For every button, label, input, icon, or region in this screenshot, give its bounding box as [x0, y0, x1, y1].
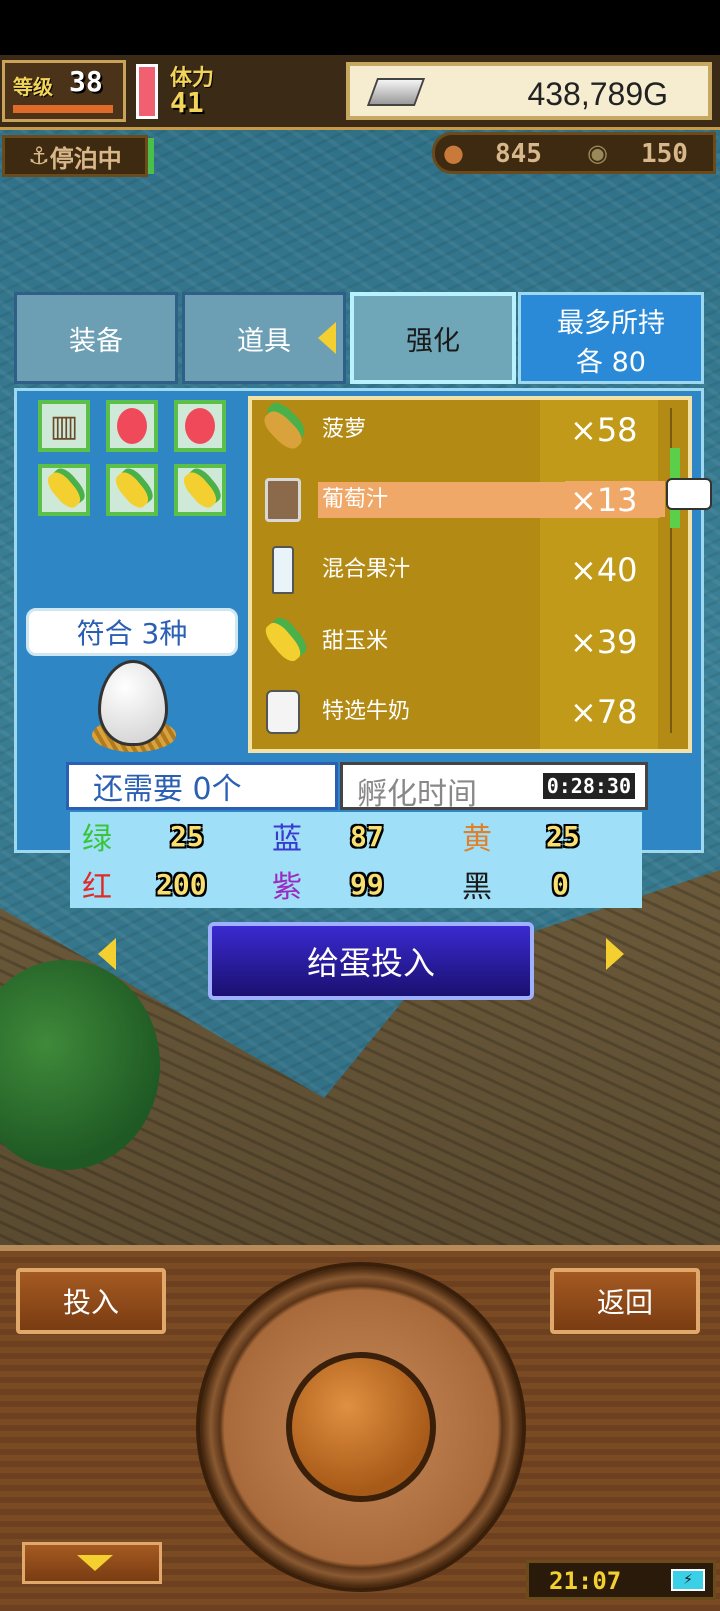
down-arrow-icon	[77, 1555, 113, 1571]
red-egg-icon	[117, 408, 147, 444]
clock: 21:07	[549, 1567, 622, 1595]
stat-yellow: 黄 25	[450, 814, 636, 858]
color-stats: 绿 25 蓝 87 黄 25 红 200 紫 99 黑 0	[70, 812, 642, 908]
exp-bar	[13, 105, 113, 113]
stat-value: 99	[350, 867, 384, 901]
anchor-icon: ⚓	[28, 142, 50, 170]
item-list: 菠萝 ×58 葡萄汁 ×13 混合果汁 ×40 甜玉米 ×39 特选牛奶 ×78	[248, 396, 692, 753]
stat-label: 绿	[82, 822, 112, 857]
harbor-status: ⚓ 停泊中	[2, 135, 148, 177]
item-qty: ×13	[570, 481, 638, 519]
dpad-center-button[interactable]	[286, 1352, 436, 1502]
stamina-gauge	[136, 64, 158, 119]
level-label: 等级	[13, 75, 53, 99]
match-count-label: 符合 3种	[26, 608, 238, 656]
resource-2: 150	[641, 139, 688, 169]
red-egg-icon	[185, 408, 215, 444]
list-item[interactable]: 甜玉米 ×39	[260, 612, 660, 672]
egg-slot-2[interactable]	[106, 400, 158, 452]
level-box: 等级 38	[2, 60, 126, 122]
stat-label: 红	[82, 870, 112, 905]
egg-slot-1[interactable]: ▥	[38, 400, 90, 452]
stamina-value: 41	[170, 86, 204, 119]
egg-slot-5[interactable]	[106, 464, 158, 516]
tab-left-arrow-icon[interactable]	[318, 322, 336, 354]
stat-green: 绿 25	[70, 814, 256, 858]
list-item[interactable]: 混合果汁 ×40	[260, 540, 660, 600]
feed-egg-button[interactable]: 给蛋投入	[208, 922, 534, 1000]
item-qty: ×58	[570, 411, 638, 449]
stat-purple: 紫 99	[260, 862, 446, 906]
max-hold-value: 各 80	[576, 347, 646, 378]
level-value: 38	[69, 65, 103, 98]
mug-icon	[260, 477, 306, 523]
gold-amount: 438,789G	[527, 76, 668, 112]
harbor-status-label: 停泊中	[49, 144, 122, 173]
corn-icon	[179, 468, 221, 512]
hatch-time-box: 孵化时间 0:28:30	[340, 762, 648, 812]
stat-black: 黑 0	[450, 862, 636, 906]
milk-icon	[260, 689, 306, 735]
item-qty: ×40	[570, 551, 638, 589]
stat-value: 200	[156, 867, 207, 901]
corn-icon	[111, 468, 153, 512]
list-item[interactable]: 特选牛奶 ×78	[260, 682, 660, 742]
corn-icon	[260, 618, 306, 666]
resources-box: ● 845 ◉ 150	[432, 132, 716, 174]
resource-1: 845	[495, 139, 542, 169]
stat-value: 25	[170, 819, 204, 853]
bottle-icon	[260, 546, 306, 594]
insert-button[interactable]: 投入	[16, 1268, 166, 1334]
meat-icon: ●	[443, 139, 464, 167]
stat-value: 0	[552, 867, 569, 901]
egg-slot-4[interactable]	[38, 464, 90, 516]
stat-label: 蓝	[272, 822, 302, 857]
menu-toggle-button[interactable]	[22, 1542, 162, 1584]
clock-box: 21:07 ⚡	[526, 1560, 716, 1600]
egg-slot-3[interactable]	[174, 400, 226, 452]
battery-icon: ⚡	[671, 1569, 705, 1591]
tab-equipment[interactable]: 装备	[14, 292, 178, 384]
egg-slot-6[interactable]	[174, 464, 226, 516]
list-item[interactable]: 菠萝 ×58	[259, 400, 660, 460]
max-hold-title: 最多所持	[557, 308, 665, 339]
hatch-time-label: 孵化时间	[357, 777, 477, 812]
stat-red: 红 200	[70, 862, 256, 906]
coin-icon: ◉	[587, 139, 608, 167]
mug-icon: ▥	[49, 408, 79, 444]
next-arrow-icon[interactable]	[606, 938, 624, 970]
corn-icon	[43, 468, 85, 512]
prev-arrow-icon[interactable]	[98, 938, 116, 970]
stat-label: 黄	[462, 822, 492, 857]
stat-label: 紫	[272, 870, 302, 905]
stat-label: 黑	[462, 870, 492, 905]
list-item-selected[interactable]: 葡萄汁 ×13	[260, 470, 665, 530]
max-hold-box: 最多所持 各 80	[518, 292, 704, 384]
item-qty: ×78	[570, 693, 638, 731]
pineapple-icon	[259, 406, 307, 454]
back-button[interactable]: 返回	[550, 1268, 700, 1334]
needed-count: 还需要 0个	[66, 762, 338, 810]
stat-blue: 蓝 87	[260, 814, 446, 858]
gold-box: 438,789G	[346, 62, 712, 120]
hatch-time-value: 0:28:30	[542, 773, 635, 799]
stat-value: 87	[350, 819, 384, 853]
tab-enhance[interactable]: 强化	[350, 292, 516, 384]
silver-bar-icon	[366, 78, 426, 106]
hand-pointer-icon	[666, 478, 712, 510]
harbor-indicator	[148, 138, 154, 174]
item-qty: ×39	[570, 623, 638, 661]
stat-value: 25	[546, 819, 580, 853]
